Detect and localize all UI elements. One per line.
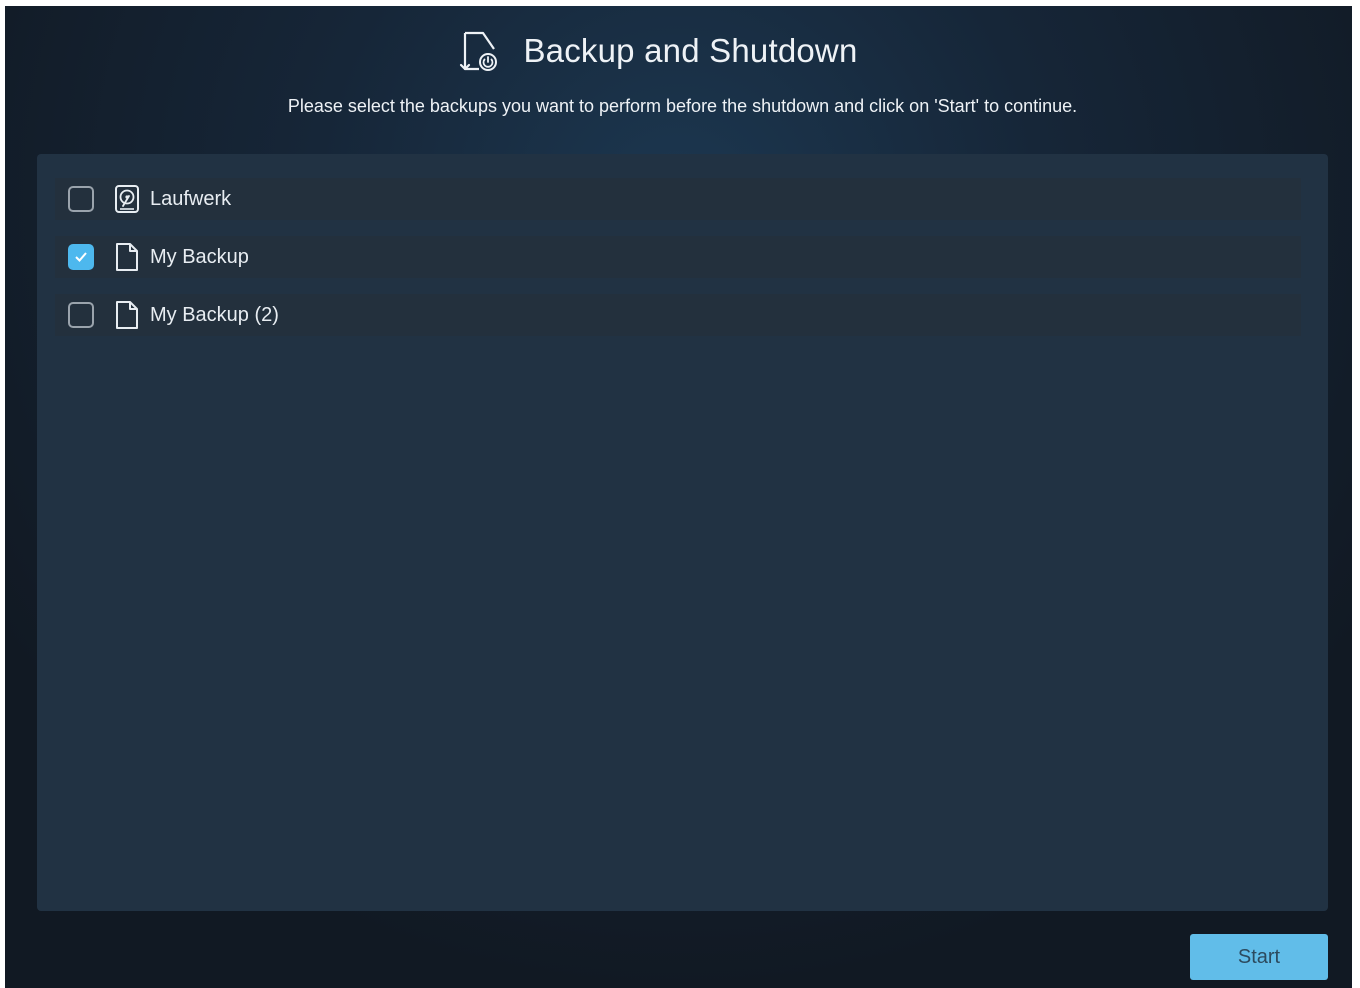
header: Backup and Shutdown — [5, 26, 1352, 76]
list-item-laufwerk[interactable]: Laufwerk — [55, 178, 1301, 220]
list-item-label: Laufwerk — [150, 187, 232, 210]
instruction-text: Please select the backups you want to pe… — [287, 96, 1078, 116]
start-button[interactable]: Start — [1190, 934, 1328, 980]
drive-icon — [115, 185, 139, 213]
backup-shutdown-icon — [460, 31, 498, 71]
checkbox[interactable] — [68, 302, 94, 328]
list-item-label: My Backup — [150, 245, 249, 268]
checkbox[interactable] — [68, 186, 94, 212]
list-item-my-backup-2[interactable]: My Backup (2) — [55, 294, 1301, 336]
list-item-label: My Backup (2) — [150, 303, 279, 326]
list-item-my-backup[interactable]: My Backup — [55, 236, 1301, 278]
file-icon — [116, 301, 138, 329]
file-icon — [116, 243, 138, 271]
backup-shutdown-window: Backup and Shutdown Please select the ba… — [5, 6, 1352, 988]
checkbox[interactable] — [68, 244, 94, 270]
check-icon — [75, 252, 87, 262]
backup-list: Laufwerk My Backup My Backup (2) — [37, 154, 1328, 911]
page-title: Backup and Shutdown — [523, 32, 858, 69]
